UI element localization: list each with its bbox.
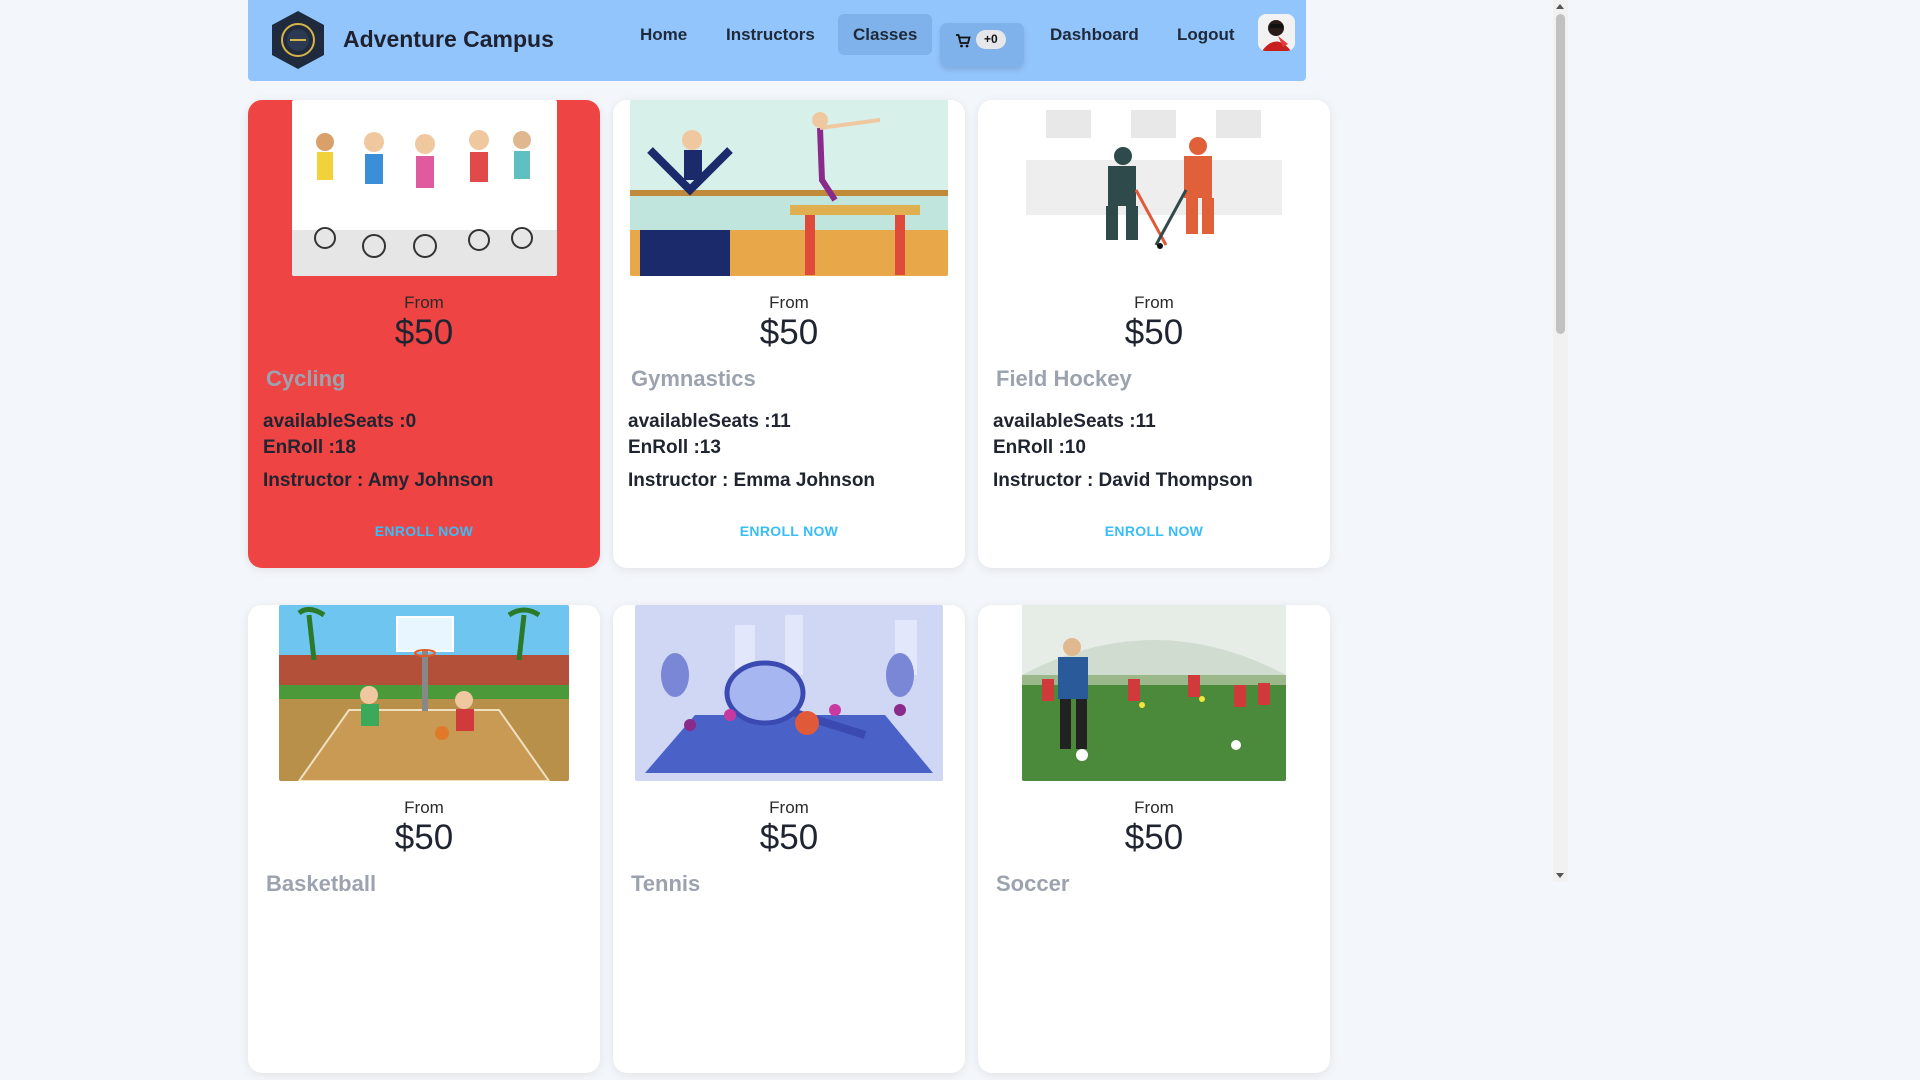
instructor-name: Instructor : Amy Johnson bbox=[263, 470, 494, 491]
price-value: $50 bbox=[394, 313, 454, 352]
enroll-count: EnRoll :18 bbox=[263, 437, 356, 458]
brand-title[interactable]: Adventure Campus bbox=[343, 26, 554, 53]
class-card-basketball: From $50 Basketball bbox=[248, 605, 600, 1073]
price-from-label: From bbox=[404, 798, 444, 817]
nav-home[interactable]: Home bbox=[625, 14, 702, 55]
nav-dashboard[interactable]: Dashboard bbox=[1035, 14, 1154, 55]
nav-logout[interactable]: Logout bbox=[1162, 14, 1250, 55]
price-from-label: From bbox=[1134, 293, 1174, 312]
cart-count-badge: +0 bbox=[976, 30, 1006, 49]
scrollbar-thumb[interactable] bbox=[1556, 14, 1565, 334]
price-value: $50 bbox=[1124, 313, 1184, 352]
class-name: Soccer bbox=[996, 871, 1070, 896]
vertical-scrollbar[interactable] bbox=[1553, 0, 1568, 882]
gymnastics-image bbox=[630, 100, 948, 276]
enroll-count: EnRoll :13 bbox=[628, 437, 721, 458]
price-from-label: From bbox=[769, 798, 809, 817]
class-name: Tennis bbox=[631, 871, 701, 896]
field-hockey-image bbox=[1026, 100, 1282, 276]
available-seats: availableSeats :11 bbox=[993, 411, 1156, 432]
instructor-name: Instructor : Emma Johnson bbox=[628, 470, 876, 491]
price-from-label: From bbox=[769, 293, 809, 312]
soccer-image bbox=[1022, 605, 1286, 781]
enroll-now-button[interactable]: ENROLL NOW bbox=[978, 523, 1330, 539]
class-card-cycling: From $50 Cycling availableSeats :0 EnRol… bbox=[248, 100, 600, 568]
enroll-count: EnRoll :10 bbox=[993, 437, 1086, 458]
cycling-image bbox=[292, 100, 557, 276]
class-card-tennis: From $50 Tennis bbox=[613, 605, 965, 1073]
cart-icon bbox=[956, 34, 971, 48]
price-value: $50 bbox=[394, 818, 454, 857]
price-from-label: From bbox=[404, 293, 444, 312]
logo-icon[interactable] bbox=[270, 10, 326, 70]
avatar[interactable] bbox=[1258, 14, 1295, 51]
class-card-soccer: From $50 Soccer bbox=[978, 605, 1330, 1073]
enroll-now-button[interactable]: ENROLL NOW bbox=[248, 523, 600, 539]
price-value: $50 bbox=[759, 313, 819, 352]
cart-button[interactable]: +0 bbox=[940, 23, 1024, 67]
class-name: Field Hockey bbox=[996, 366, 1132, 391]
available-seats: availableSeats :0 bbox=[263, 411, 417, 432]
price-value: $50 bbox=[759, 818, 819, 857]
class-name: Gymnastics bbox=[631, 366, 756, 391]
class-name: Cycling bbox=[266, 366, 346, 391]
scroll-up-arrow-icon[interactable] bbox=[1556, 4, 1564, 9]
enroll-now-button[interactable]: ENROLL NOW bbox=[613, 523, 965, 539]
scroll-down-arrow-icon[interactable] bbox=[1556, 873, 1564, 878]
navbar: Adventure Campus Home Instructors Classe… bbox=[248, 0, 1306, 81]
nav-instructors[interactable]: Instructors bbox=[711, 14, 830, 55]
price-value: $50 bbox=[1124, 818, 1184, 857]
class-card-field-hockey: From $50 Field Hockey availableSeats :11… bbox=[978, 100, 1330, 568]
nav-classes[interactable]: Classes bbox=[838, 14, 933, 55]
tennis-image bbox=[635, 605, 943, 781]
basketball-image bbox=[279, 605, 569, 781]
instructor-name: Instructor : David Thompson bbox=[993, 470, 1253, 491]
price-from-label: From bbox=[1134, 798, 1174, 817]
class-name: Basketball bbox=[266, 871, 377, 896]
class-card-gymnastics: From $50 Gymnastics availableSeats :11 E… bbox=[613, 100, 965, 568]
available-seats: availableSeats :11 bbox=[628, 411, 791, 432]
